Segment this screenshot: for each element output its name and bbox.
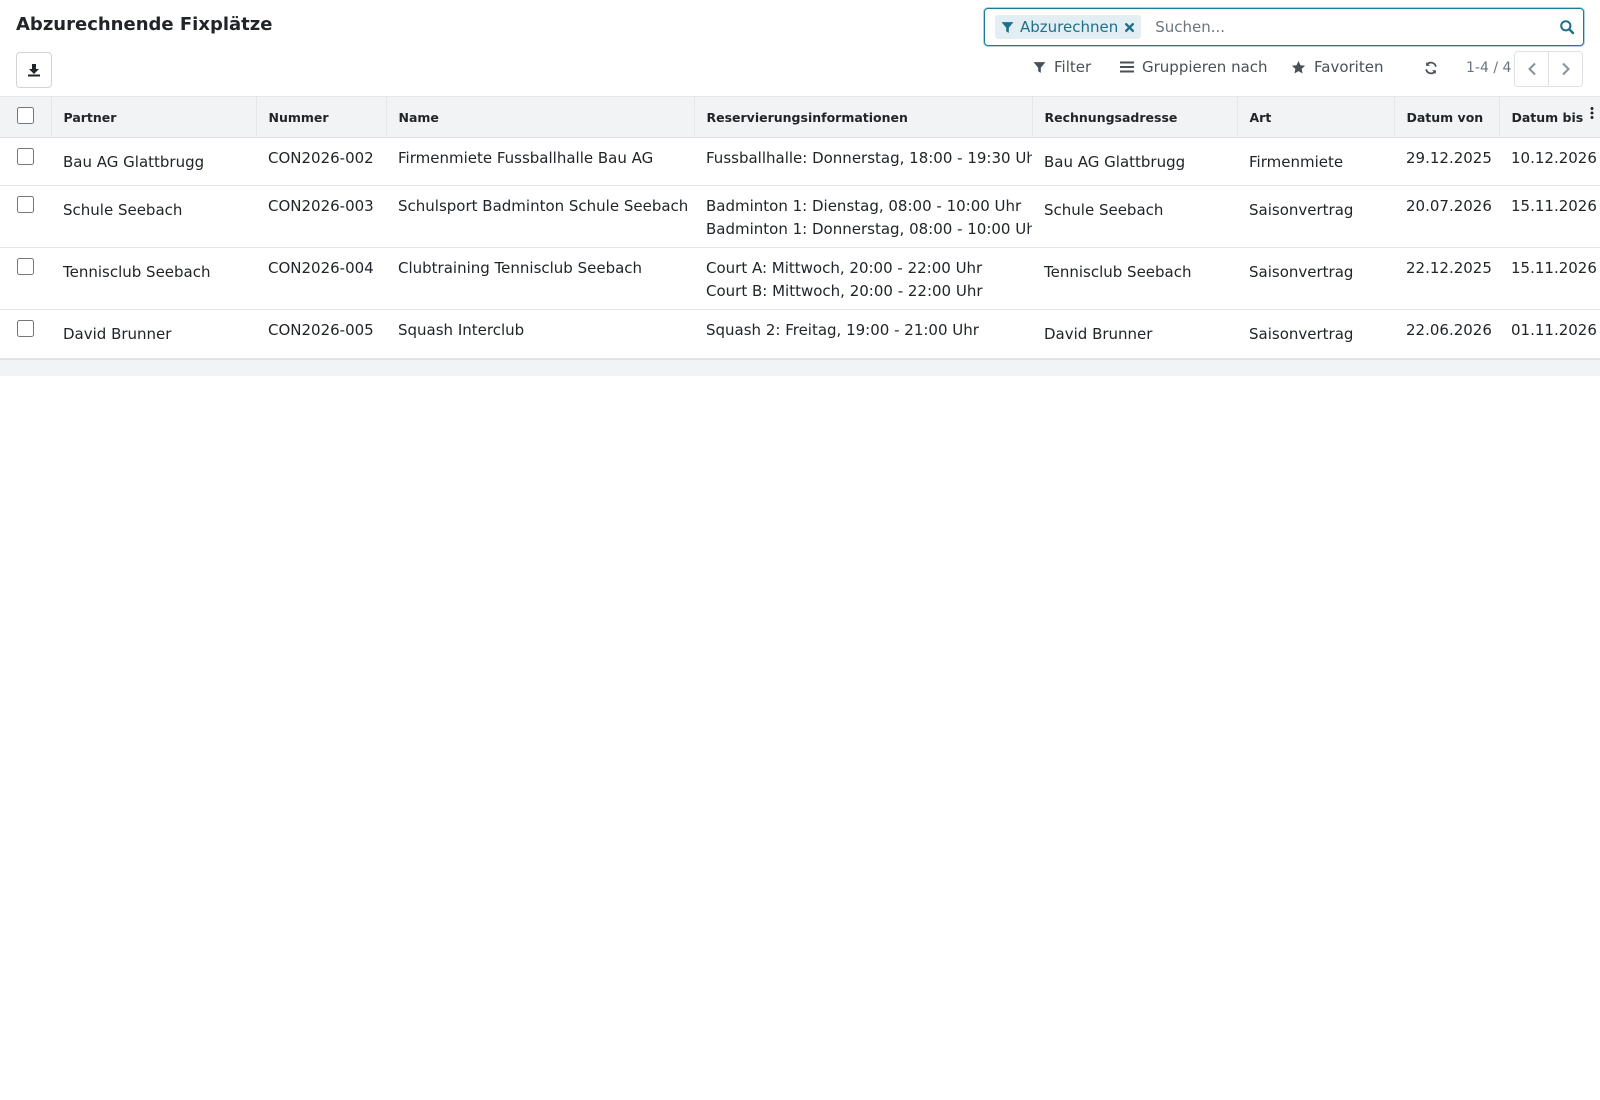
column-header-from[interactable]: Datum von (1394, 96, 1500, 138)
partner-cell: David Brunner (51, 309, 256, 359)
favorites-button-label: Favoriten (1314, 58, 1384, 76)
column-header-nummer[interactable]: Nummer (256, 96, 387, 138)
select-all-cell (0, 96, 52, 138)
group-by-button-label: Gruppieren nach (1142, 58, 1268, 76)
search-facet-label: Abzurechnen (1020, 18, 1119, 36)
reservation-cell: Court A: Mittwoch, 20:00 - 22:00 Uhr Cou… (694, 247, 1032, 310)
name-cell: Squash Interclub (386, 309, 694, 359)
row-checkbox[interactable] (17, 148, 34, 165)
table-row[interactable]: David Brunner CON2026-005 Squash Intercl… (0, 309, 1600, 359)
search-icon (1560, 20, 1575, 35)
row-select-cell (0, 185, 51, 248)
select-all-checkbox[interactable] (16, 107, 34, 124)
refresh-icon (1425, 61, 1437, 75)
search-button[interactable] (1551, 11, 1583, 43)
row-checkbox[interactable] (17, 196, 34, 213)
reservation-cell: Badminton 1: Dienstag, 08:00 - 10:00 Uhr… (694, 185, 1032, 248)
reservation-cell: Squash 2: Freitag, 19:00 - 21:00 Uhr (694, 309, 1032, 359)
row-select-cell (0, 309, 51, 359)
table-footer (0, 359, 1600, 376)
search-input[interactable] (1155, 12, 1551, 42)
column-header-to[interactable]: Datum bis (1499, 96, 1600, 138)
column-header-art[interactable]: Art (1237, 96, 1395, 138)
address-cell: Schule Seebach (1032, 185, 1237, 248)
refresh-button[interactable] (1424, 60, 1438, 79)
name-cell: Firmenmiete Fussballhalle Bau AG (386, 137, 694, 186)
row-select-cell (0, 247, 51, 310)
address-cell: Tennisclub Seebach (1032, 247, 1237, 310)
table-row[interactable]: Tennisclub Seebach CON2026-004 Clubtrain… (0, 247, 1600, 310)
nummer-cell: CON2026-004 (256, 247, 386, 310)
pager-value[interactable]: 1-4 / 4 (1466, 60, 1511, 76)
art-cell: Saisonvertrag (1237, 309, 1394, 359)
nummer-cell: CON2026-003 (256, 185, 386, 248)
nummer-cell: CON2026-005 (256, 309, 386, 359)
reservation-line: Badminton 1: Donnerstag, 08:00 - 10:00 U… (706, 220, 1032, 238)
column-header-partner[interactable]: Partner (51, 96, 257, 138)
control-panel: Abzurechnende Fixplätze Abzurechnen Such… (0, 0, 1600, 96)
pager-next-button[interactable] (1548, 51, 1583, 87)
table-row[interactable]: Bau AG Glattbrugg CON2026-002 Firmenmiet… (0, 137, 1600, 186)
reservation-line: Court A: Mittwoch, 20:00 - 22:00 Uhr (706, 259, 983, 277)
art-cell: Saisonvertrag (1237, 185, 1394, 248)
nummer-cell: CON2026-002 (256, 137, 386, 186)
name-cell: Schulsport Badminton Schule Seebach (386, 185, 694, 248)
table-row[interactable]: Schule Seebach CON2026-003 Schulsport Ba… (0, 185, 1600, 248)
row-select-cell (0, 137, 51, 186)
table-header-row: Partner Nummer Name Reservierungsinforma… (0, 96, 1600, 138)
page-title: Abzurechnende Fixplätze (16, 14, 273, 35)
search-box: Abzurechnen (984, 8, 1584, 46)
chevron-left-icon (1527, 62, 1536, 76)
reservation-cell: Fussballhalle: Donnerstag, 18:00 - 19:30… (694, 137, 1032, 186)
row-checkbox[interactable] (17, 258, 34, 275)
filter-icon (1001, 21, 1014, 33)
column-header-name[interactable]: Name (386, 96, 695, 138)
to-date-cell: 15.11.2026 (1499, 185, 1600, 248)
search-facet[interactable]: Abzurechnen (995, 15, 1142, 39)
from-date-cell: 29.12.2025 (1394, 137, 1499, 186)
address-cell: David Brunner (1032, 309, 1237, 359)
filter-button-label: Filter (1054, 58, 1092, 76)
reservation-line: Squash 2: Freitag, 19:00 - 21:00 Uhr (706, 321, 979, 339)
to-date-cell: 01.11.2026 (1499, 309, 1600, 359)
art-cell: Firmenmiete (1237, 137, 1394, 186)
group-by-button[interactable]: Gruppieren nach (1120, 58, 1268, 76)
from-date-cell: 22.12.2025 (1394, 247, 1499, 310)
partner-cell: Bau AG Glattbrugg (51, 137, 256, 186)
favorites-button[interactable]: Favoriten (1291, 58, 1383, 76)
close-icon[interactable] (1124, 22, 1135, 33)
to-date-cell: 15.11.2026 (1499, 247, 1600, 310)
reservation-line: Badminton 1: Dienstag, 08:00 - 10:00 Uhr (706, 197, 1022, 215)
vertical-ellipsis-icon[interactable] (1590, 107, 1594, 122)
contracts-table: Partner Nummer Name Reservierungsinforma… (0, 96, 1600, 359)
chevron-right-icon (1561, 62, 1570, 76)
to-date-cell: 10.12.2026 (1499, 137, 1600, 186)
partner-cell: Tennisclub Seebach (51, 247, 256, 310)
pager-previous-button[interactable] (1514, 51, 1549, 87)
from-date-cell: 22.06.2026 (1394, 309, 1499, 359)
reservation-line: Court B: Mittwoch, 20:00 - 22:00 Uhr (706, 282, 983, 300)
download-button[interactable] (16, 52, 52, 88)
download-icon (28, 64, 40, 77)
filter-icon (1033, 61, 1046, 73)
column-header-address[interactable]: Rechnungsadresse (1032, 96, 1238, 138)
column-header-to-label: Datum bis (1511, 109, 1584, 125)
star-icon (1291, 60, 1306, 73)
bars-icon (1120, 61, 1134, 73)
art-cell: Saisonvertrag (1237, 247, 1394, 310)
address-cell: Bau AG Glattbrugg (1032, 137, 1237, 186)
reservation-line: Fussballhalle: Donnerstag, 18:00 - 19:30… (706, 149, 1032, 167)
from-date-cell: 20.07.2026 (1394, 185, 1499, 248)
row-checkbox[interactable] (17, 320, 34, 337)
partner-cell: Schule Seebach (51, 185, 256, 248)
name-cell: Clubtraining Tennisclub Seebach (386, 247, 694, 310)
column-header-reservation[interactable]: Reservierungsinformationen (694, 96, 1033, 138)
filter-button[interactable]: Filter (1033, 58, 1091, 76)
